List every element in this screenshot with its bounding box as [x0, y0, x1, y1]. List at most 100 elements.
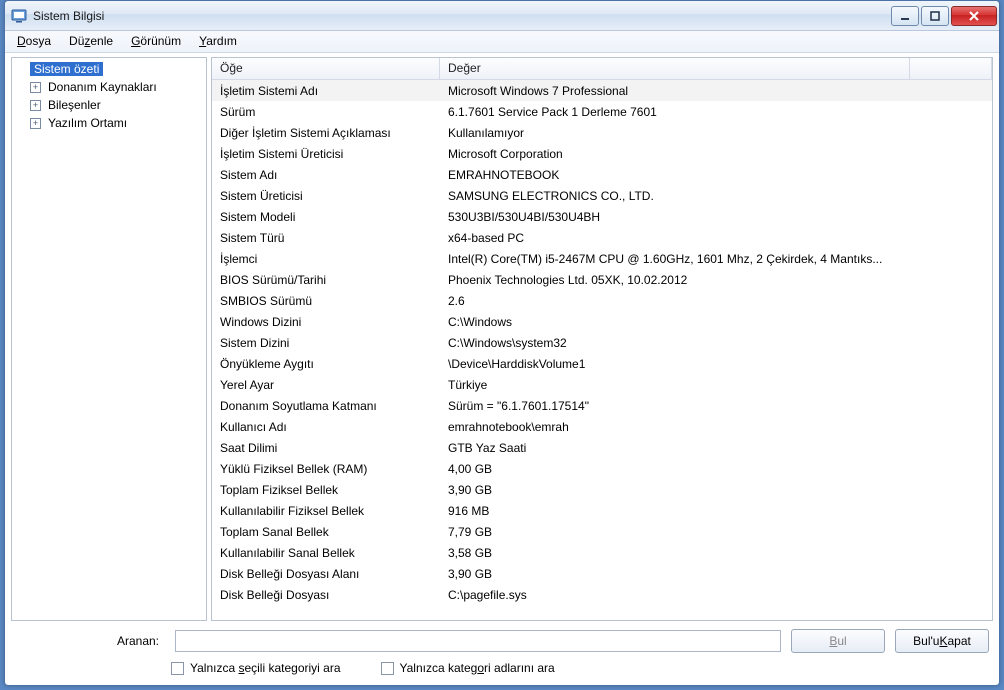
table-row[interactable]: BIOS Sürümü/TarihiPhoenix Technologies L… — [212, 269, 992, 290]
find-button[interactable]: Bul — [791, 629, 885, 653]
cell-item: SMBIOS Sürümü — [212, 292, 440, 310]
cell-item: İşletim Sistemi Üreticisi — [212, 145, 440, 163]
cell-value: emrahnotebook\emrah — [440, 418, 910, 436]
cell-value: Sürüm = "6.1.7601.17514" — [440, 397, 910, 415]
cell-value: C:\Windows — [440, 313, 910, 331]
table-row[interactable]: Yerel AyarTürkiye — [212, 374, 992, 395]
table-row[interactable]: Yüklü Fiziksel Bellek (RAM)4,00 GB — [212, 458, 992, 479]
cell-value: 3,90 GB — [440, 481, 910, 499]
table-row[interactable]: Önyükleme Aygıtı\Device\HarddiskVolume1 — [212, 353, 992, 374]
cell-item: Kullanıcı Adı — [212, 418, 440, 436]
table-row[interactable]: Disk Belleği Dosyası Alanı3,90 GB — [212, 563, 992, 584]
table-row[interactable]: İşlemciIntel(R) Core(TM) i5-2467M CPU @ … — [212, 248, 992, 269]
tree-item-software[interactable]: + Yazılım Ortamı — [12, 114, 206, 132]
cell-item: Disk Belleği Dosyası — [212, 586, 440, 604]
cell-item: Sistem Adı — [212, 166, 440, 184]
close-button[interactable] — [951, 6, 997, 26]
cell-item: Sistem Üreticisi — [212, 187, 440, 205]
table-row[interactable]: Donanım Soyutlama KatmanıSürüm = "6.1.76… — [212, 395, 992, 416]
cell-item: BIOS Sürümü/Tarihi — [212, 271, 440, 289]
cell-item: Diğer İşletim Sistemi Açıklaması — [212, 124, 440, 142]
cell-item: Sistem Dizini — [212, 334, 440, 352]
menu-bar: Dosya Düzenle Görünüm Yardım — [5, 31, 999, 53]
column-header-value[interactable]: Değer — [440, 58, 910, 79]
cell-value: Phoenix Technologies Ltd. 05XK, 10.02.20… — [440, 271, 910, 289]
table-row[interactable]: Toplam Fiziksel Bellek3,90 GB — [212, 479, 992, 500]
search-label: Aranan: — [15, 634, 165, 648]
column-header-spacer — [910, 58, 992, 79]
checkbox-icon — [381, 662, 394, 675]
table-row[interactable]: Sürüm6.1.7601 Service Pack 1 Derleme 760… — [212, 101, 992, 122]
table-row[interactable]: Disk Belleği DosyasıC:\pagefile.sys — [212, 584, 992, 605]
cell-value: 6.1.7601 Service Pack 1 Derleme 7601 — [440, 103, 910, 121]
grid-header: Öğe Değer — [212, 58, 992, 80]
tree-item-components[interactable]: + Bileşenler — [12, 96, 206, 114]
cell-value: GTB Yaz Saati — [440, 439, 910, 457]
table-row[interactable]: Saat DilimiGTB Yaz Saati — [212, 437, 992, 458]
cell-value: SAMSUNG ELECTRONICS CO., LTD. — [440, 187, 910, 205]
expand-icon[interactable]: + — [30, 118, 41, 129]
table-row[interactable]: Sistem DiziniC:\Windows\system32 — [212, 332, 992, 353]
cell-item: İşletim Sistemi Adı — [212, 82, 440, 100]
app-icon — [11, 8, 27, 24]
tree-root-system-summary[interactable]: + Sistem özeti — [12, 60, 206, 78]
table-row[interactable]: Sistem AdıEMRAHNOTEBOOK — [212, 164, 992, 185]
table-row[interactable]: Kullanıcı Adıemrahnotebook\emrah — [212, 416, 992, 437]
menu-view[interactable]: Görünüm — [123, 31, 189, 52]
category-tree[interactable]: + Sistem özeti + Donanım Kaynakları + Bi… — [11, 57, 207, 621]
cell-item: Yerel Ayar — [212, 376, 440, 394]
close-find-button[interactable]: Bul'u Kapat — [895, 629, 989, 653]
grid-body[interactable]: İşletim Sistemi AdıMicrosoft Windows 7 P… — [212, 80, 992, 620]
cell-value: 3,58 GB — [440, 544, 910, 562]
expand-icon[interactable]: + — [30, 100, 41, 111]
cell-value: Microsoft Corporation — [440, 145, 910, 163]
cell-value: C:\pagefile.sys — [440, 586, 910, 604]
cell-value: \Device\HarddiskVolume1 — [440, 355, 910, 373]
menu-help[interactable]: Yardım — [191, 31, 245, 52]
tree-item-label: Yazılım Ortamı — [44, 116, 131, 130]
table-row[interactable]: Windows DiziniC:\Windows — [212, 311, 992, 332]
cell-item: Sistem Modeli — [212, 208, 440, 226]
cell-item: İşlemci — [212, 250, 440, 268]
menu-file[interactable]: Dosya — [9, 31, 59, 52]
minimize-button[interactable] — [891, 6, 919, 26]
expand-icon[interactable]: + — [30, 82, 41, 93]
cell-value: 4,00 GB — [440, 460, 910, 478]
check-category-names-only[interactable]: Yalnızca kategori adlarını ara — [381, 661, 555, 675]
cell-value: Türkiye — [440, 376, 910, 394]
maximize-button[interactable] — [921, 6, 949, 26]
cell-value: 3,90 GB — [440, 565, 910, 583]
table-row[interactable]: Sistem Modeli530U3BI/530U4BI/530U4BH — [212, 206, 992, 227]
table-row[interactable]: Kullanılabilir Sanal Bellek3,58 GB — [212, 542, 992, 563]
content-area: + Sistem özeti + Donanım Kaynakları + Bi… — [5, 53, 999, 621]
table-row[interactable]: Diğer İşletim Sistemi AçıklamasıKullanıl… — [212, 122, 992, 143]
cell-value: 916 MB — [440, 502, 910, 520]
tree-item-hardware[interactable]: + Donanım Kaynakları — [12, 78, 206, 96]
window-buttons — [889, 6, 997, 26]
titlebar[interactable]: Sistem Bilgisi — [5, 1, 999, 31]
cell-value: Kullanılamıyor — [440, 124, 910, 142]
table-row[interactable]: Toplam Sanal Bellek7,79 GB — [212, 521, 992, 542]
cell-item: Windows Dizini — [212, 313, 440, 331]
column-header-item[interactable]: Öğe — [212, 58, 440, 79]
search-bar: Aranan: Bul Bul'u Kapat Yalnızca seçili … — [5, 621, 999, 685]
table-row[interactable]: Sistem Türüx64-based PC — [212, 227, 992, 248]
table-row[interactable]: SMBIOS Sürümü2.6 — [212, 290, 992, 311]
table-row[interactable]: İşletim Sistemi AdıMicrosoft Windows 7 P… — [212, 80, 992, 101]
cell-item: Sistem Türü — [212, 229, 440, 247]
cell-item: Saat Dilimi — [212, 439, 440, 457]
cell-item: Sürüm — [212, 103, 440, 121]
table-row[interactable]: İşletim Sistemi ÜreticisiMicrosoft Corpo… — [212, 143, 992, 164]
tree-item-label: Donanım Kaynakları — [44, 80, 161, 94]
cell-value: 7,79 GB — [440, 523, 910, 541]
search-input[interactable] — [175, 630, 781, 652]
cell-value: Microsoft Windows 7 Professional — [440, 82, 910, 100]
cell-value: 2.6 — [440, 292, 910, 310]
cell-item: Disk Belleği Dosyası Alanı — [212, 565, 440, 583]
check-selected-category[interactable]: Yalnızca seçili kategoriyi ara — [171, 661, 341, 675]
table-row[interactable]: Kullanılabilir Fiziksel Bellek916 MB — [212, 500, 992, 521]
detail-pane: Öğe Değer İşletim Sistemi AdıMicrosoft W… — [211, 57, 993, 621]
table-row[interactable]: Sistem ÜreticisiSAMSUNG ELECTRONICS CO.,… — [212, 185, 992, 206]
window-title: Sistem Bilgisi — [33, 9, 889, 23]
menu-edit[interactable]: Düzenle — [61, 31, 121, 52]
